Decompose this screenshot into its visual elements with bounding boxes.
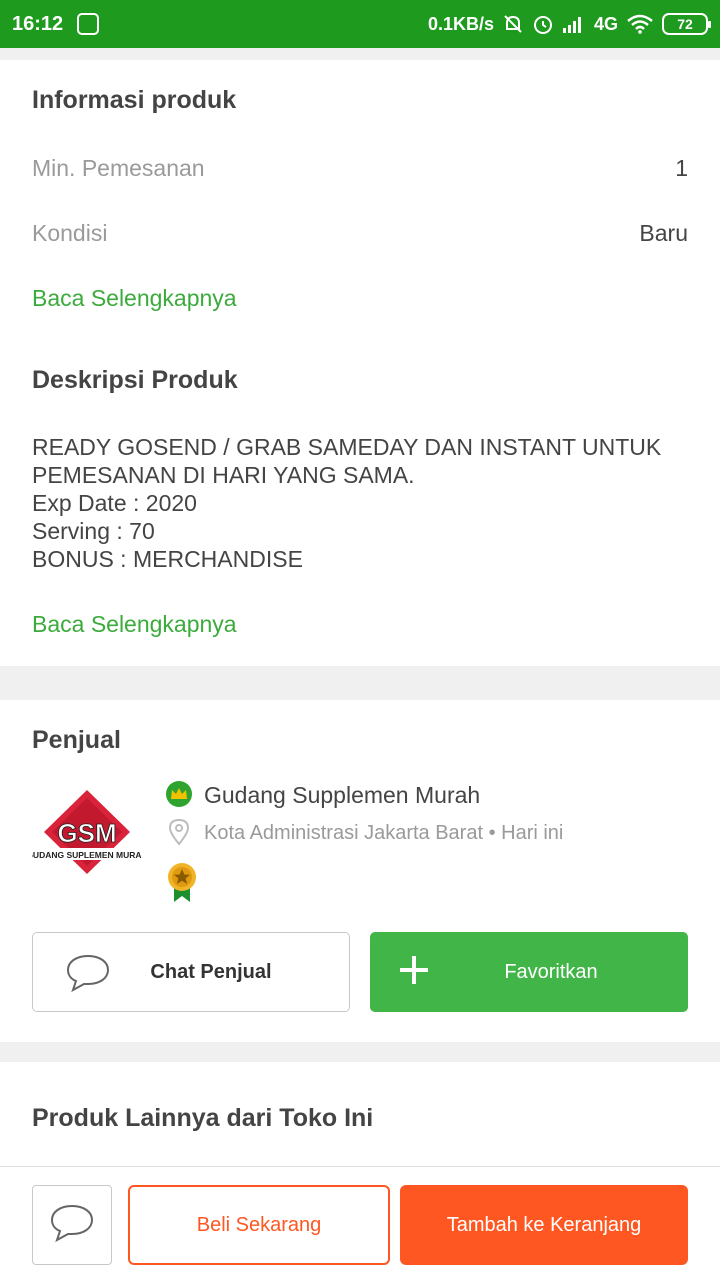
chat-seller-button[interactable]: Chat Penjual — [32, 932, 350, 1012]
gold-medal-icon — [166, 862, 198, 909]
min-order-value: 1 — [675, 155, 688, 181]
favorite-label: Favoritkan — [504, 960, 598, 983]
description-read-more-link[interactable]: Baca Selengkapnya — [32, 611, 237, 638]
location-pin-icon — [168, 818, 190, 851]
min-order-label: Min. Pemesanan — [32, 155, 205, 181]
alarm-off-icon — [502, 13, 524, 35]
add-to-cart-button[interactable]: Tambah ke Keranjang — [400, 1185, 688, 1265]
description-body: READY GOSEND / GRAB SAMEDAY DAN INSTANT … — [32, 433, 688, 573]
status-right-group: 0.1KB/s 4G 72 — [427, 13, 711, 35]
seller-location-text: Kota Administrasi Jakarta Barat — [204, 822, 484, 844]
seller-logo[interactable]: GSM GUDANG SUPLEMEN MURAH — [26, 786, 148, 876]
shop-app-icon — [77, 13, 100, 35]
condition-label: Kondisi — [32, 220, 108, 246]
product-info-title: Informasi produk — [32, 86, 237, 114]
buy-now-button[interactable]: Beli Sekarang — [128, 1185, 390, 1265]
seller-location: Kota Administrasi Jakarta Barat • Hari i… — [204, 822, 563, 845]
info-row-condition: Kondisi Baru — [32, 220, 688, 247]
alarm-icon — [532, 13, 554, 35]
crown-badge-icon — [166, 781, 192, 807]
other-products-card: Produk Lainnya dari Toko Ini — [0, 1062, 720, 1172]
description-line: Exp Date : 2020 — [32, 490, 197, 516]
seller-logo-text: GSM — [57, 818, 116, 848]
bottom-action-bar: Beli Sekarang Tambah ke Keranjang — [0, 1166, 720, 1280]
info-row-min-order: Min. Pemesanan 1 — [32, 155, 688, 182]
status-time: 16:12 — [12, 12, 64, 35]
condition-value: Baru — [639, 220, 688, 246]
battery-icon: 72 — [662, 13, 711, 35]
bottom-chat-button[interactable] — [32, 1185, 112, 1265]
description-title: Deskripsi Produk — [32, 366, 238, 394]
signal-icon — [562, 14, 586, 34]
seller-section-title: Penjual — [32, 726, 121, 754]
status-bar: 16:12 0.1KB/s 4G 72 — [0, 0, 720, 48]
seller-name[interactable]: Gudang Supplemen Murah — [204, 782, 480, 809]
other-products-title: Produk Lainnya dari Toko Ini — [32, 1104, 374, 1132]
network-speed: 0.1KB/s — [427, 13, 494, 34]
info-read-more-link[interactable]: Baca Selengkapnya — [32, 285, 237, 312]
product-info-card: Informasi produk Min. Pemesanan 1 Kondis… — [0, 60, 720, 666]
description-line: PEMESANAN DI HARI YANG SAMA. — [32, 462, 415, 488]
favorite-button[interactable]: Favoritkan — [370, 932, 688, 1012]
description-line: BONUS : MERCHANDISE — [32, 546, 303, 572]
chat-seller-label: Chat Penjual — [150, 960, 272, 983]
seller-last-active: • Hari ini — [488, 822, 564, 844]
seller-card: Penjual GSM GUDANG SUPLEMEN MURAH Gudang… — [0, 700, 720, 1042]
wifi-icon — [626, 14, 654, 34]
network-type: 4G — [593, 13, 618, 34]
description-line: Serving : 70 — [32, 518, 155, 544]
seller-logo-subtext: GUDANG SUPLEMEN MURAH — [32, 850, 142, 860]
chat-bubble-icon — [49, 1203, 95, 1248]
description-line: READY GOSEND / GRAB SAMEDAY DAN INSTANT … — [32, 434, 662, 460]
